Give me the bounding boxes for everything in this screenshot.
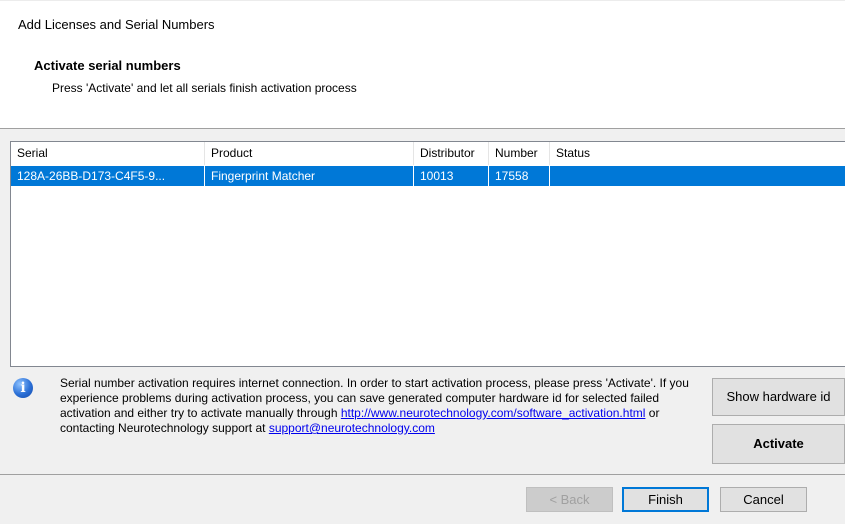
- column-header-status[interactable]: Status: [550, 142, 845, 165]
- section-title: Activate serial numbers: [34, 58, 181, 73]
- show-hardware-id-button[interactable]: Show hardware id: [712, 378, 845, 416]
- header-divider: [0, 128, 845, 129]
- column-header-serial[interactable]: Serial: [11, 142, 205, 165]
- table-row[interactable]: 128A-26BB-D173-C4F5-9... Fingerprint Mat…: [11, 166, 845, 186]
- list-header: Serial Product Distributor Number Status: [11, 142, 845, 165]
- activate-button[interactable]: Activate: [712, 424, 845, 464]
- wizard-header: Add Licenses and Serial Numbers Activate…: [0, 0, 845, 128]
- cell-distributor: 10013: [414, 166, 489, 186]
- window-title: Add Licenses and Serial Numbers: [18, 17, 215, 32]
- finish-button[interactable]: Finish: [622, 487, 709, 512]
- info-icon: i: [13, 378, 33, 398]
- cell-status: [550, 166, 845, 186]
- support-email-link[interactable]: support@neurotechnology.com: [269, 421, 435, 435]
- cell-number: 17558: [489, 166, 550, 186]
- back-button[interactable]: < Back: [526, 487, 613, 512]
- serials-list[interactable]: Serial Product Distributor Number Status…: [10, 141, 845, 367]
- column-header-number[interactable]: Number: [489, 142, 550, 165]
- top-divider: [0, 0, 845, 1]
- cell-serial: 128A-26BB-D173-C4F5-9...: [11, 166, 205, 186]
- column-header-distributor[interactable]: Distributor: [414, 142, 489, 165]
- column-header-product[interactable]: Product: [205, 142, 414, 165]
- cancel-button[interactable]: Cancel: [720, 487, 807, 512]
- footer-divider: [0, 474, 845, 475]
- section-subtitle: Press 'Activate' and let all serials fin…: [52, 81, 357, 95]
- cell-product: Fingerprint Matcher: [205, 166, 414, 186]
- activation-info-text: Serial number activation requires intern…: [60, 376, 700, 436]
- activation-url-link[interactable]: http://www.neurotechnology.com/software_…: [341, 406, 646, 420]
